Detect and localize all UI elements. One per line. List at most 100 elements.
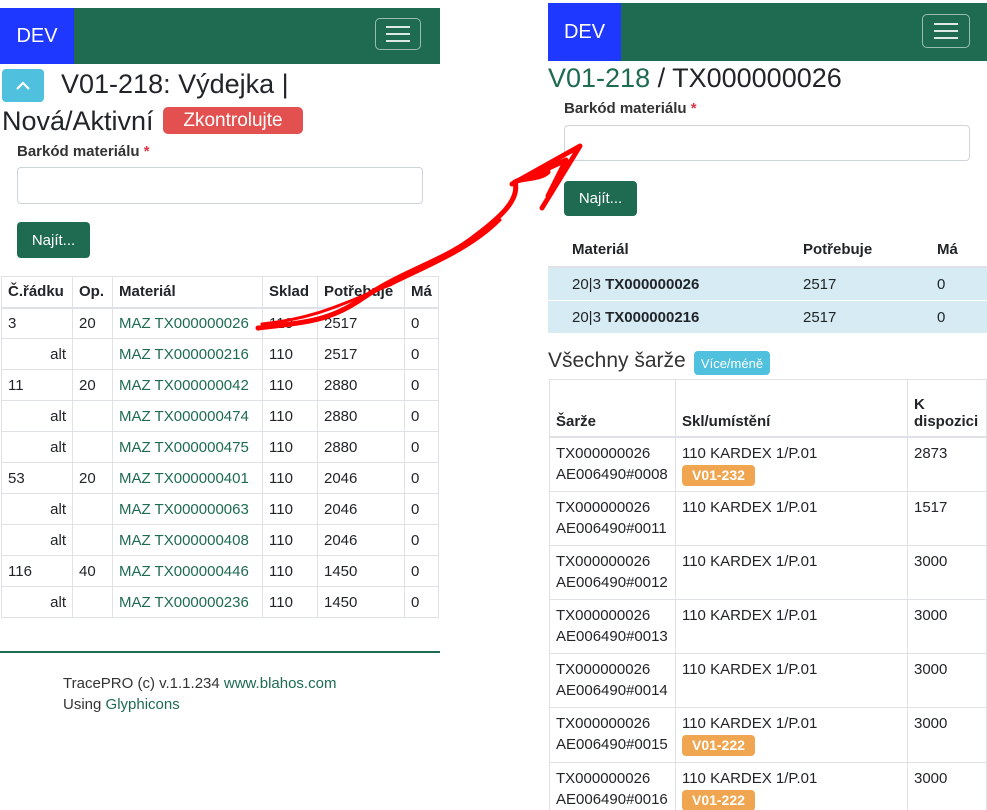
cell-material-link[interactable]: MAZ TX000000026 [112,307,263,339]
table-row[interactable]: TX000000026 AE006490#0008 110 KARDEX 1/P.0… [549,436,987,492]
table-row: alt MAZ TX000000063 110 2046 0 [1,493,439,525]
cell-material-link[interactable]: MAZ TX000000474 [112,400,263,432]
glyphicons-link[interactable]: Glyphicons [106,696,180,713]
cell-material-link[interactable]: MAZ TX000000475 [112,431,263,463]
collapse-button[interactable] [2,69,44,102]
cell-available: 3000 [907,762,987,810]
find-button[interactable]: Najít... [17,222,90,258]
table-row[interactable]: 20|3 TX000000216 2517 0 [548,300,987,333]
cell-material-link[interactable]: MAZ TX000000236 [112,586,263,618]
menu-toggle-button[interactable] [922,14,970,48]
table-row: 3 20 MAZ TX000000026 110 2517 0 [1,307,439,339]
reservation-badge: V01-222 [681,735,755,756]
table-row[interactable]: TX000000026 AE006490#0011 110 KARDEX 1/P.0… [549,491,987,546]
table-row: 11 20 MAZ TX000000042 110 2880 0 [1,369,439,401]
cell-batch: TX000000026 AE006490#0012 [549,545,676,600]
cell-batch: TX000000026 AE006490#0008 [549,436,676,492]
cell-batch: TX000000026 AE006490#0014 [549,653,676,708]
table-row[interactable]: TX000000026 AE006490#0014 110 KARDEX 1/P.0… [549,653,987,708]
cell-op [72,400,113,432]
cell-available: 2873 [907,436,987,492]
hamburger-icon [386,26,410,28]
table-row[interactable]: TX000000026 AE006490#0016 110 KARDEX 1/P.0… [549,762,987,810]
table-row: 116 40 MAZ TX000000446 110 1450 0 [1,555,439,587]
table-row[interactable]: TX000000026 AE006490#0015 110 KARDEX 1/P.0… [549,707,987,763]
cell-available: 1517 [907,491,987,546]
cell-warehouse: 110 [262,493,318,525]
page-status: Nová/Aktivní [2,106,154,136]
cell-has: 0 [404,524,439,556]
col-needs-header: Potřebuje [317,276,405,309]
cell-needs: 2517 [779,266,913,301]
cell-needs: 2517 [779,300,913,333]
materials-table: Materiál Potřebuje Má 20|3 TX000000026 25… [548,232,987,333]
barcode-label: Barkód materiálu * [17,143,150,160]
table-row: alt MAZ TX000000474 110 2880 0 [1,400,439,432]
more-less-toggle[interactable]: Více/méně [694,351,770,375]
cell-material-link[interactable]: MAZ TX000000063 [112,493,263,525]
cell-has: 0 [404,493,439,525]
barcode-label: Barkód materiálu * [564,100,697,117]
cell-line: alt [1,338,73,370]
cell-batch: TX000000026 AE006490#0013 [549,599,676,654]
table-row[interactable]: TX000000026 AE006490#0013 110 KARDEX 1/P.0… [549,599,987,654]
menu-toggle-button[interactable] [375,18,421,50]
table-header-row: Materiál Potřebuje Má [548,232,987,268]
cell-needs: 2517 [317,338,405,370]
col-batch-header: Šarže [549,379,676,438]
col-location-header: Skl/umístění [674,379,909,438]
page-title: V01-218: Výdejka | [61,69,289,99]
document-link[interactable]: V01-218 [548,63,650,93]
cell-material-link[interactable]: MAZ TX000000042 [112,369,263,401]
col-line-header: Č.řádku [1,276,73,309]
left-screen: DEV V01-218: Výdejka | Nová/Aktivní Zkon… [0,8,440,810]
right-screen: DEV V01-218 / TX000000026 Barkód materiá… [548,3,987,810]
issue-lines-table: Č.řádku Op. Materiál Sklad Potřebuje Má … [1,276,439,618]
cell-available: 3000 [907,707,987,763]
table-header-row: Č.řádku Op. Materiál Sklad Potřebuje Má [1,276,439,309]
cell-line: 11 [1,369,73,401]
table-row[interactable]: TX000000026 AE006490#0012 110 KARDEX 1/P.0… [549,545,987,600]
cell-material-link[interactable]: MAZ TX000000216 [112,338,263,370]
table-header-row: Šarže Skl/umístění K dispozici [549,379,987,438]
cell-has: 0 [404,307,439,339]
col-has-header: Má [404,276,439,309]
table-row: 53 20 MAZ TX000000401 110 2046 0 [1,462,439,494]
cell-needs: 1450 [317,555,405,587]
brand-logo[interactable]: DEV [0,8,74,64]
cell-location: 110 KARDEX 1/P.01 [674,653,909,708]
col-needs-header: Potřebuje [779,232,913,268]
table-row[interactable]: 20|3 TX000000026 2517 0 [548,266,987,301]
cell-material-link[interactable]: MAZ TX000000401 [112,462,263,494]
barcode-input[interactable] [17,167,423,204]
cell-material-link[interactable]: MAZ TX000000408 [112,524,263,556]
cell-has: 0 [913,266,987,301]
col-op-header: Op. [72,276,113,309]
reservation-badge: V01-232 [681,464,755,486]
cell-line: 116 [1,555,73,587]
cell-has: 0 [404,431,439,463]
cell-location: 110 KARDEX 1/P.01 V01-222 [674,762,909,810]
col-material-header: Materiál [112,276,263,309]
cell-has: 0 [404,400,439,432]
find-button[interactable]: Najít... [564,181,637,216]
table-row: alt MAZ TX000000216 110 2517 0 [1,338,439,370]
chevron-up-icon [16,80,30,90]
brand-logo[interactable]: DEV [548,3,621,61]
cell-location: 110 KARDEX 1/P.01 [674,599,909,654]
cell-needs: 2046 [317,493,405,525]
cell-available: 3000 [907,653,987,708]
cell-batch: TX000000026 AE006490#0011 [549,491,676,546]
cell-op [72,524,113,556]
table-row: alt MAZ TX000000475 110 2880 0 [1,431,439,463]
barcode-input[interactable] [564,125,970,161]
blahos-link[interactable]: www.blahos.com [224,675,337,692]
status-badge: Zkontrolujte [163,107,303,134]
cell-material: 20|3 TX000000026 [548,266,779,301]
cell-has: 0 [404,586,439,618]
cell-material-link[interactable]: MAZ TX000000446 [112,555,263,587]
reservation-badge: V01-222 [681,790,755,810]
table-row: alt MAZ TX000000408 110 2046 0 [1,524,439,556]
cell-warehouse: 110 [262,400,318,432]
cell-needs: 1450 [317,586,405,618]
